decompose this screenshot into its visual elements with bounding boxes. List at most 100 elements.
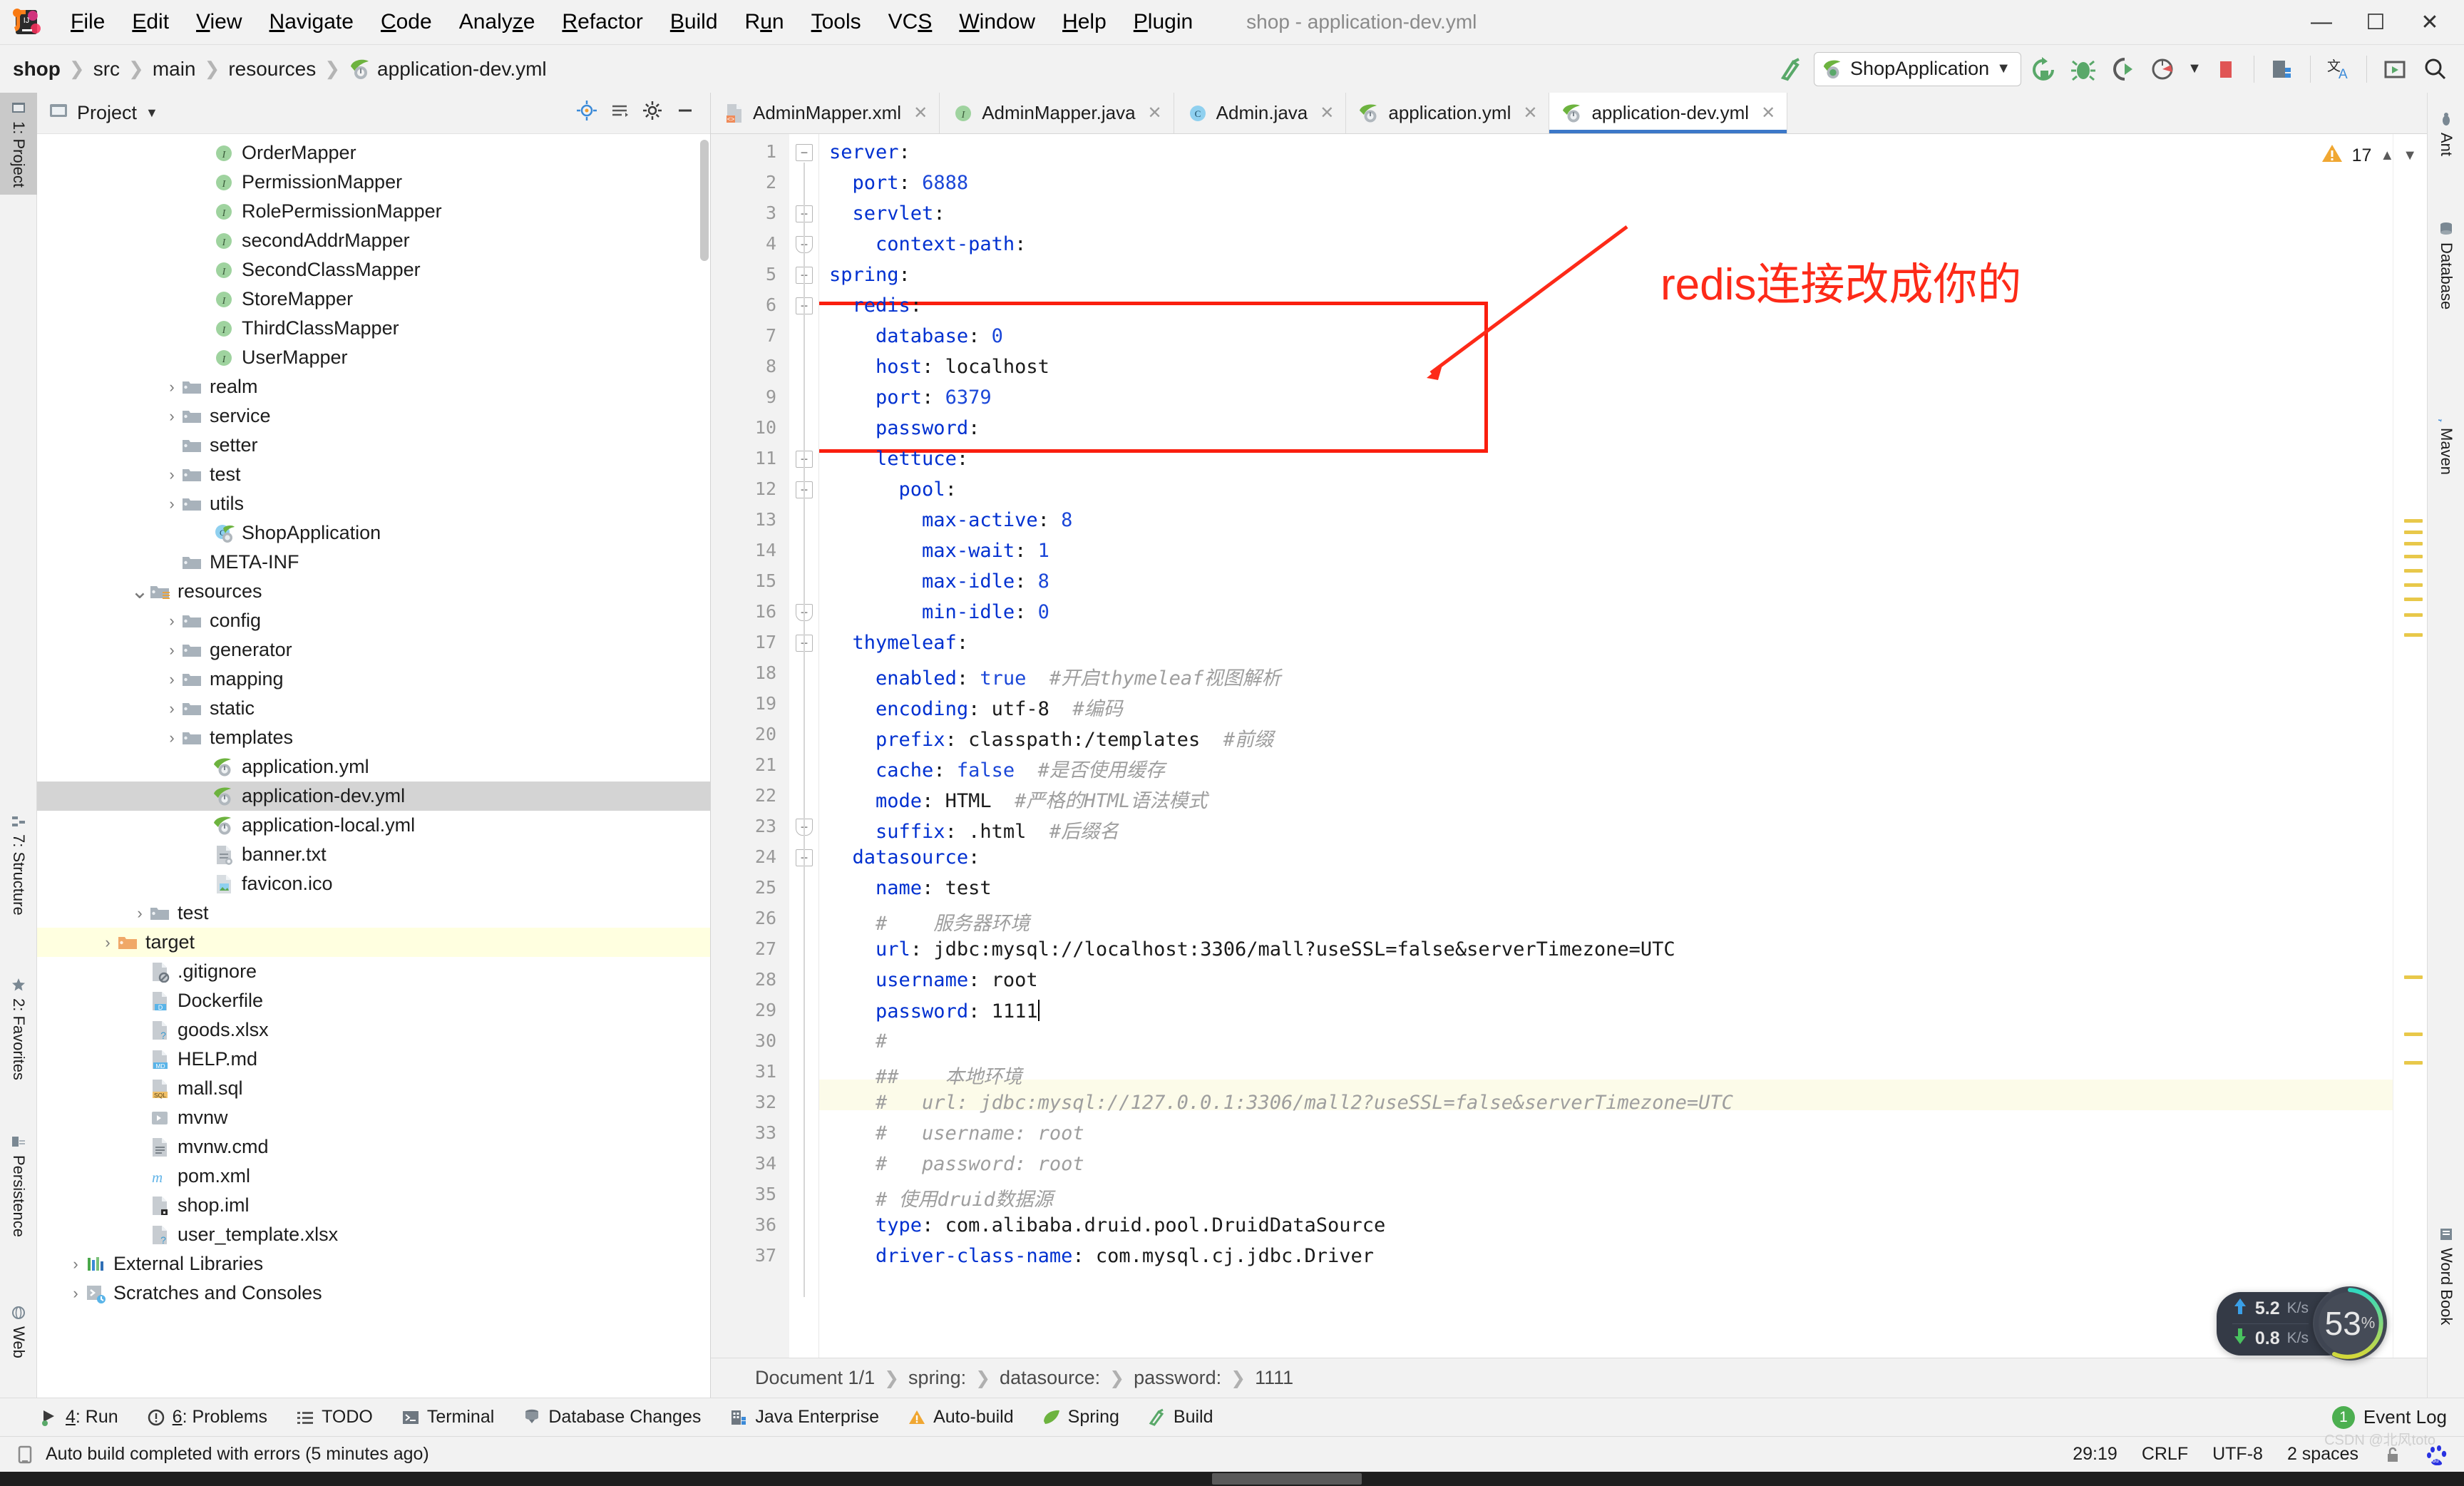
breadcrumb-datasource[interactable]: datasource: — [1000, 1367, 1100, 1389]
code-line[interactable]: host: localhost — [829, 356, 1049, 378]
tree-item-banner-txt[interactable]: banner.txt — [37, 840, 710, 869]
code-line[interactable]: url: jdbc:mysql://localhost:3306/mall?us… — [829, 938, 1675, 960]
breadcrumb-spring[interactable]: spring: — [908, 1367, 966, 1389]
tree-item-target[interactable]: › target — [37, 928, 710, 957]
chevron-right-icon[interactable]: › — [98, 933, 117, 952]
menu-file[interactable]: File — [57, 10, 118, 34]
breadcrumb-main[interactable]: main — [153, 58, 196, 81]
tree-item-storemapper[interactable]: I StoreMapper — [37, 285, 710, 314]
code-line[interactable]: max-active: 8 — [829, 509, 1072, 531]
code-folding-gutter[interactable]: −−−−−−−−−−− — [789, 134, 819, 1358]
menu-build[interactable]: Build — [657, 10, 732, 34]
tree-item-ordermapper[interactable]: I OrderMapper — [37, 138, 710, 168]
code-line[interactable]: encoding: utf-8 #编码 — [829, 693, 1123, 721]
tree-item-utils[interactable]: › utils — [37, 489, 710, 518]
code-line[interactable]: ## 本地环境 — [829, 1061, 1022, 1089]
sidebar-item-structure[interactable]: 7: Structure — [0, 806, 37, 923]
tool-window-terminal[interactable]: Terminal — [387, 1407, 508, 1428]
marker[interactable] — [2404, 569, 2423, 573]
chevron-right-icon[interactable]: › — [66, 1255, 85, 1274]
fold-collapse-icon[interactable]: − — [796, 144, 813, 161]
cpu-usage-gauge[interactable]: 53% — [2313, 1286, 2387, 1361]
tree-item-mall-sql[interactable]: SQL mall.sql — [37, 1074, 710, 1103]
code-line[interactable]: database: 0 — [829, 325, 1003, 347]
tool-window-spring[interactable]: Spring — [1028, 1407, 1134, 1428]
encoding[interactable]: UTF-8 — [2212, 1444, 2263, 1465]
preview-icon[interactable] — [2377, 51, 2413, 87]
menu-vcs[interactable]: VCS — [875, 10, 946, 34]
tree-item-shop-iml[interactable]: shop.iml — [37, 1191, 710, 1220]
locate-icon[interactable] — [576, 100, 597, 126]
run-configuration-selector[interactable]: ShopApplication ▼ — [1814, 51, 2021, 86]
marker[interactable] — [2404, 613, 2423, 617]
tree-item-generator[interactable]: › generator — [37, 635, 710, 665]
tree-item-external-libraries[interactable]: › External Libraries — [37, 1249, 710, 1279]
code-line[interactable]: redis: — [829, 294, 923, 317]
marker[interactable] — [2404, 542, 2423, 545]
tree-item-secondclassmapper[interactable]: I SecondClassMapper — [37, 255, 710, 285]
tree-item-mvnw[interactable]: mvnw — [37, 1103, 710, 1132]
line-separator[interactable]: CRLF — [2142, 1444, 2188, 1465]
tool-window-java-enterprise[interactable]: Java Enterprise — [715, 1407, 893, 1428]
code-editor[interactable]: 1 2 3 4 5 6 7 8 9 10 11 12 13 14 15 16 17 18 19 20 21 22 23 24 2… — [711, 134, 2427, 1358]
breadcrumb-document[interactable]: Document 1/1 — [755, 1367, 875, 1389]
menu-analyze[interactable]: Analyze — [446, 10, 549, 34]
code-line[interactable]: type: com.alibaba.druid.pool.DruidDataSo… — [829, 1214, 1385, 1236]
tree-item-goods-xlsx[interactable]: ? goods.xlsx — [37, 1015, 710, 1045]
project-panel-title-group[interactable]: Project ▼ — [48, 101, 158, 125]
tree-item-test[interactable]: › test — [37, 898, 710, 928]
code-line[interactable]: driver-class-name: com.mysql.cj.jdbc.Dri… — [829, 1245, 1374, 1267]
chevron-down-icon[interactable]: ⌄ — [130, 580, 149, 602]
code-line[interactable]: enabled: true #开启thymeleaf视图解析 — [829, 662, 1280, 690]
chevron-right-icon[interactable]: › — [66, 1284, 85, 1303]
chevron-right-icon[interactable]: › — [163, 612, 181, 630]
tool-window-6-problems[interactable]: 6: Problems — [133, 1407, 282, 1428]
code-line[interactable]: max-idle: 8 — [829, 570, 1049, 593]
marker[interactable] — [2404, 633, 2423, 637]
close-icon[interactable]: ✕ — [1761, 103, 1775, 123]
tree-item-permissionmapper[interactable]: I PermissionMapper — [37, 168, 710, 197]
sidebar-item-persistence[interactable]: Persistence — [0, 1127, 37, 1244]
code-content[interactable]: redis连接改成你的 server: port: 6888 servlet: … — [819, 134, 2393, 1358]
stop-icon[interactable] — [2208, 51, 2244, 87]
tree-item-test[interactable]: › test — [37, 460, 710, 489]
hide-icon[interactable] — [674, 100, 696, 126]
menu-run[interactable]: Run — [732, 10, 798, 34]
chevron-right-icon[interactable]: › — [163, 495, 181, 513]
tree-item-setter[interactable]: setter — [37, 431, 710, 460]
code-line[interactable]: port: 6379 — [829, 386, 992, 409]
code-line[interactable]: # 使用druid数据源 — [829, 1184, 1053, 1211]
breadcrumb-src[interactable]: src — [93, 58, 120, 81]
marker[interactable] — [2404, 519, 2423, 523]
menu-help[interactable]: Help — [1049, 10, 1120, 34]
menu-code[interactable]: Code — [367, 10, 446, 34]
project-tree[interactable]: I OrderMapper I PermissionMapper I RolePermis… — [37, 134, 710, 1398]
chevron-right-icon[interactable]: › — [163, 670, 181, 689]
tool-window-4-run[interactable]: 4: Run — [26, 1407, 133, 1428]
editor-tab-application-yml[interactable]: application.yml ✕ — [1346, 93, 1550, 133]
close-icon[interactable]: ✕ — [913, 103, 928, 123]
maximize-button[interactable]: ☐ — [2348, 0, 2403, 44]
sidebar-item-database[interactable]: Database — [2428, 214, 2464, 317]
code-line[interactable]: pool: — [829, 478, 957, 501]
code-line[interactable]: thymeleaf: — [829, 632, 969, 654]
sidebar-item-word-book[interactable]: Word Book — [2428, 1219, 2464, 1332]
collapse-all-icon[interactable] — [609, 100, 630, 126]
code-line[interactable]: # — [829, 1030, 887, 1052]
marker[interactable] — [2404, 555, 2423, 558]
code-line[interactable]: max-wait: 1 — [829, 540, 1049, 562]
tree-item-secondaddrmapper[interactable]: IsecondAddrMapper — [37, 226, 710, 255]
tree-item-static[interactable]: › static — [37, 694, 710, 723]
marker[interactable] — [2404, 598, 2423, 601]
tree-item-scratches-and-consoles[interactable]: › Scratches and Consoles — [37, 1279, 710, 1308]
chevron-down-icon[interactable]: ▼ — [145, 106, 158, 121]
editor-tab-admin-java[interactable]: C Admin.java ✕ — [1174, 93, 1347, 133]
chevron-right-icon[interactable]: › — [163, 729, 181, 747]
horizontal-scrollbar[interactable] — [0, 1472, 2464, 1486]
marker[interactable] — [2404, 583, 2423, 587]
breadcrumb-shop[interactable]: shop — [13, 58, 61, 81]
search-icon[interactable] — [2417, 51, 2453, 87]
scrollbar-thumb[interactable] — [1212, 1473, 1362, 1485]
breadcrumb-password[interactable]: password: — [1134, 1367, 1221, 1389]
tree-item-service[interactable]: › service — [37, 401, 710, 431]
